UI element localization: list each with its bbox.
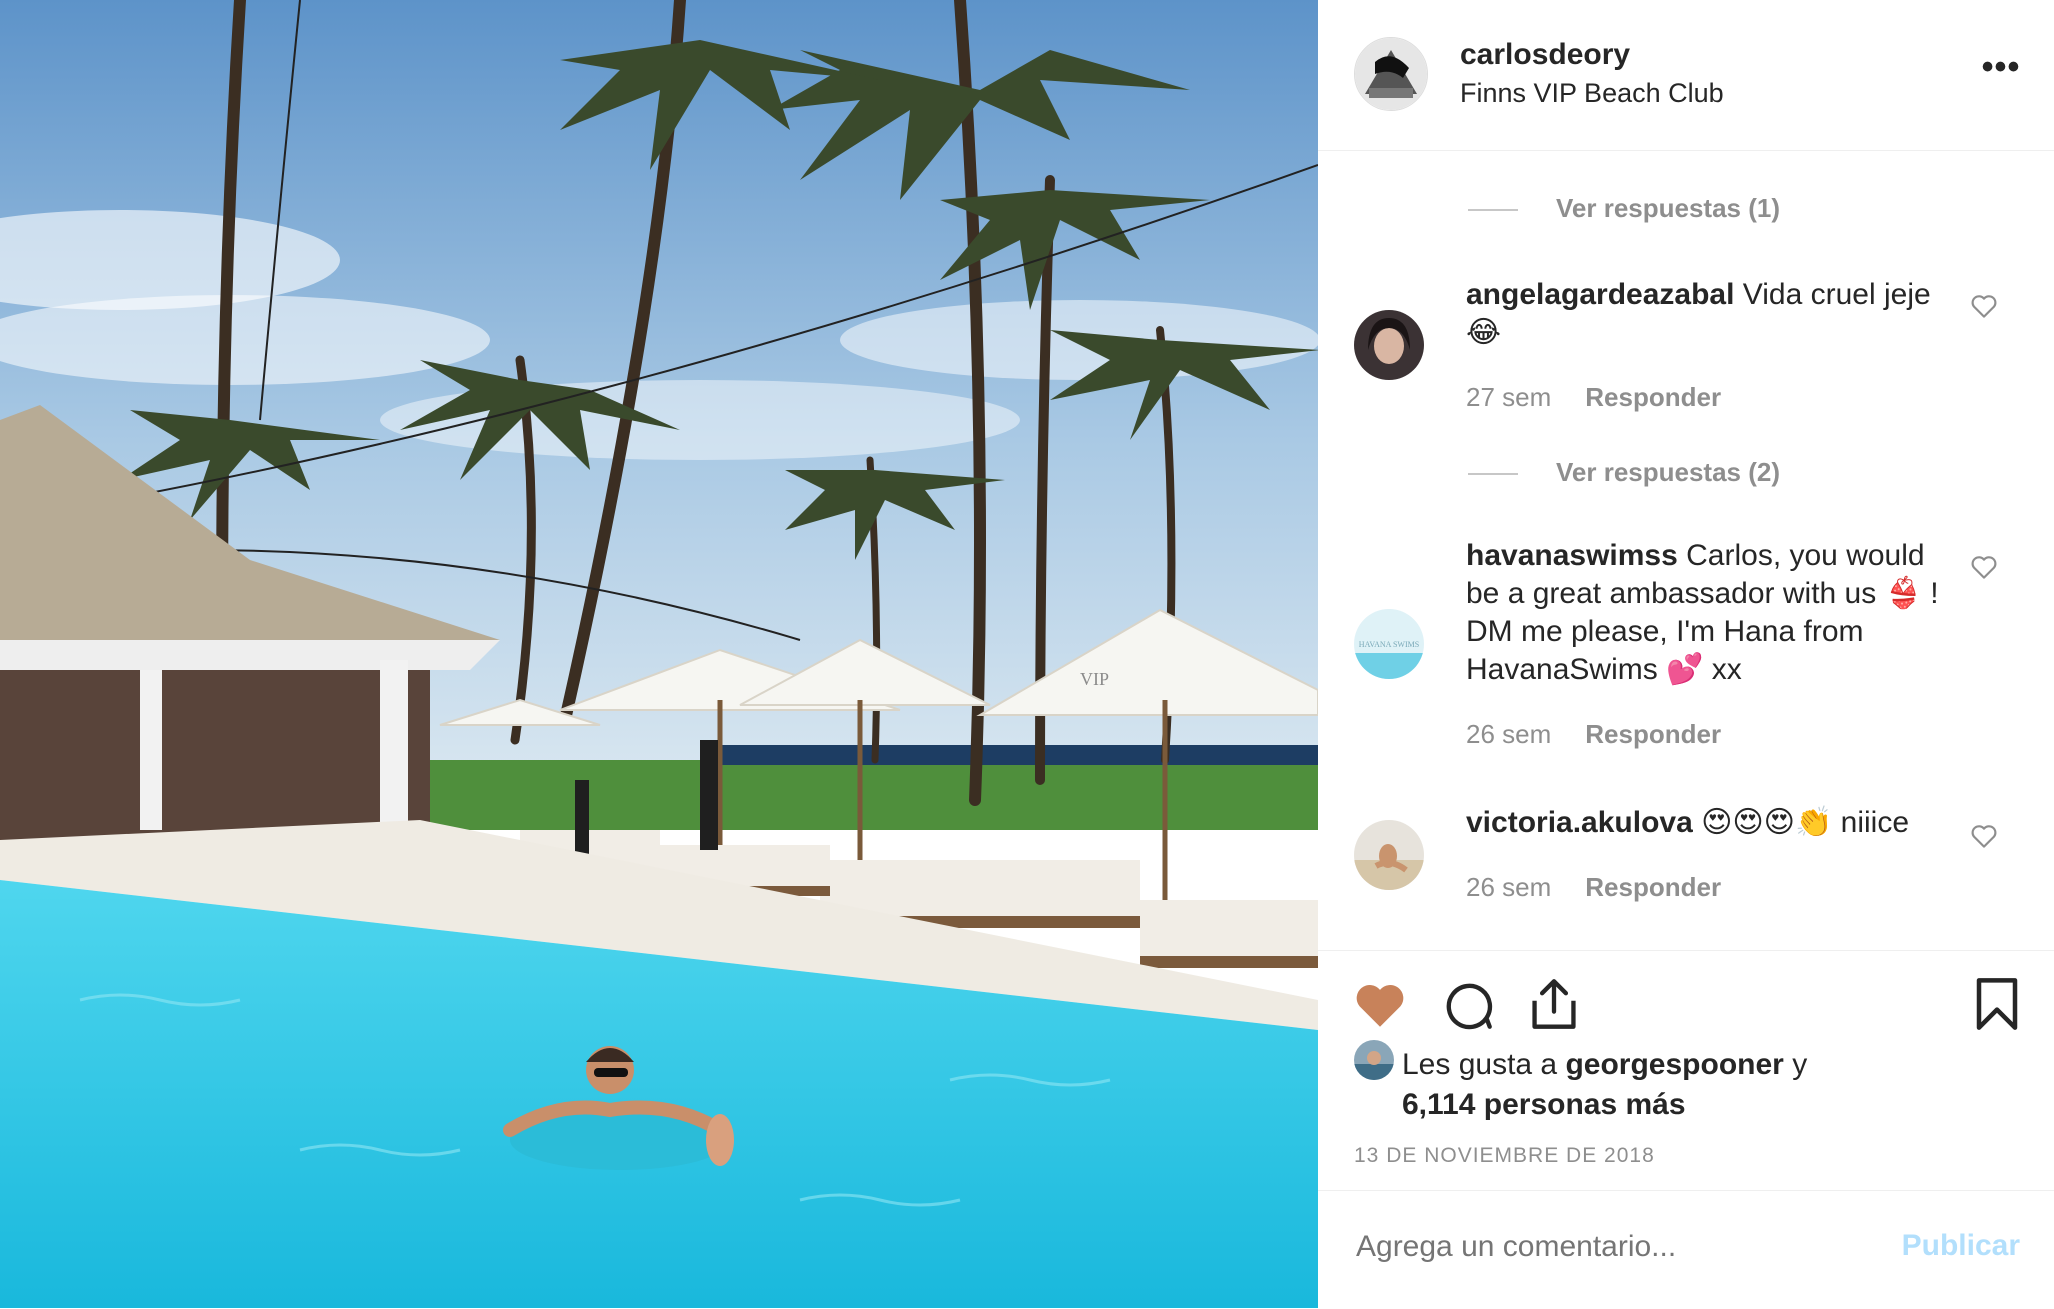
comment-icon[interactable]: [1442, 979, 1494, 1031]
like-heart-icon[interactable]: [1352, 979, 1408, 1029]
author-username[interactable]: carlosdeory: [1460, 38, 1630, 72]
replies-divider: [1468, 473, 1518, 476]
comment-text: havanaswimss Carlos, you would be a grea…: [1466, 537, 1966, 689]
post-header: carlosdeory Finns VIP Beach Club •••: [1318, 0, 2054, 151]
view-replies-label: Ver respuestas (1): [1556, 193, 1781, 223]
publish-button[interactable]: Publicar: [1902, 1229, 2020, 1263]
view-replies-button[interactable]: Ver respuestas (1): [1468, 193, 1780, 224]
comment-body: 😍😍😍👏 niiice: [1701, 806, 1910, 839]
likes-prefix: Les gusta a: [1402, 1048, 1558, 1081]
view-replies-label: Ver respuestas (2): [1556, 457, 1781, 487]
view-replies-button[interactable]: Ver respuestas (2): [1468, 457, 1780, 488]
likes-conjunction: y: [1792, 1048, 1808, 1081]
commenter-avatar[interactable]: [1354, 820, 1424, 890]
post-photo[interactable]: VIP: [0, 0, 1318, 1308]
umbrella-vip-text: VIP: [1080, 669, 1109, 689]
post-side-panel: carlosdeory Finns VIP Beach Club ••• Ver…: [1318, 0, 2054, 1308]
likes-count[interactable]: 6,114 personas más: [1402, 1088, 1686, 1121]
like-comment-icon[interactable]: [1968, 290, 2000, 322]
likes-summary: Les gusta a georgespooner y 6,114 person…: [1354, 1040, 2014, 1124]
comment-meta: 26 sem Responder: [1466, 872, 1721, 903]
reply-button[interactable]: Responder: [1585, 872, 1721, 902]
save-bookmark-icon[interactable]: [1974, 977, 2020, 1031]
post-location[interactable]: Finns VIP Beach Club: [1460, 78, 1724, 109]
liker-username[interactable]: georgespooner: [1565, 1048, 1783, 1081]
comment-age: 26 sem: [1466, 719, 1552, 749]
author-avatar[interactable]: [1354, 37, 1428, 111]
more-options-icon[interactable]: •••: [1978, 50, 2024, 92]
avatar-logo-text: HAVANA SWIMS: [1359, 640, 1419, 649]
comment-age: 26 sem: [1466, 872, 1552, 902]
replies-divider: [1468, 209, 1518, 212]
comment-meta: 26 sem Responder: [1466, 719, 1721, 750]
post-date[interactable]: 13 DE NOVIEMBRE DE 2018: [1354, 1144, 1655, 1168]
liker-avatar[interactable]: [1354, 1040, 1394, 1081]
comment-meta: 27 sem Responder: [1466, 382, 1721, 413]
like-comment-icon[interactable]: [1968, 551, 2000, 583]
reply-button[interactable]: Responder: [1585, 719, 1721, 749]
comment-text: angelagardeazabal Vida cruel jeje 😂: [1466, 276, 1966, 352]
share-icon[interactable]: [1528, 977, 1580, 1031]
add-comment-bar: Publicar: [1318, 1190, 2054, 1309]
commenter-avatar[interactable]: [1354, 310, 1424, 380]
add-comment-input[interactable]: [1354, 1229, 1878, 1265]
like-comment-icon[interactable]: [1968, 820, 2000, 852]
commenter-username[interactable]: havanaswimss: [1466, 539, 1678, 572]
comment-age: 27 sem: [1466, 382, 1552, 412]
reply-button[interactable]: Responder: [1585, 382, 1721, 412]
commenter-username[interactable]: angelagardeazabal: [1466, 278, 1734, 311]
commenter-username[interactable]: victoria.akulova: [1466, 806, 1693, 839]
comment-text: victoria.akulova 😍😍😍👏 niiice: [1466, 804, 1966, 842]
commenter-avatar[interactable]: HAVANA SWIMS: [1354, 609, 1424, 679]
